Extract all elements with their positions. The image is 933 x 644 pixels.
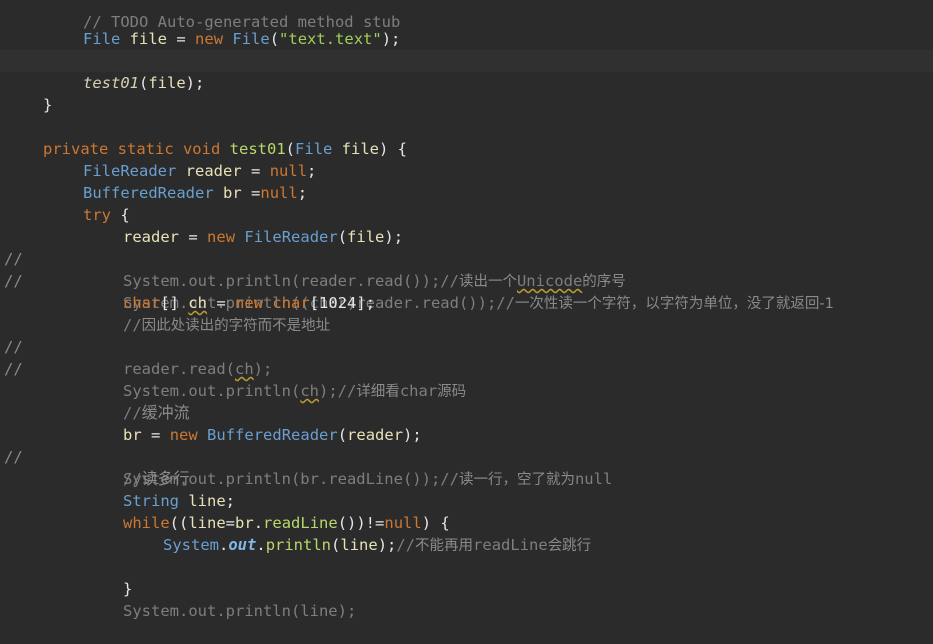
code-line[interactable] — [0, 94, 933, 116]
code-line[interactable] — [0, 358, 933, 380]
code-line[interactable]: File file = new File("text.text"); — [0, 6, 933, 48]
code-line[interactable]: BufferedReader br =null; — [0, 160, 933, 202]
code-text: System.out.println(line); — [123, 602, 357, 620]
code-line[interactable]: reader = new FileReader(file); — [0, 204, 933, 246]
code-line[interactable]: } — [0, 72, 933, 114]
code-line[interactable]: // System.out.println(br.readLine());//读… — [0, 424, 933, 488]
code-line[interactable]: //读多行 — [0, 446, 933, 488]
code-line[interactable]: // reader.read(ch); — [0, 314, 933, 378]
code-line[interactable]: //缓冲流 — [0, 380, 933, 422]
code-line[interactable]: br = new BufferedReader(reader); — [0, 402, 933, 444]
code-line[interactable]: //因此处读出的字符而不是地址 — [0, 292, 933, 334]
code-line[interactable]: } — [0, 556, 933, 598]
code-line[interactable] — [0, 534, 933, 556]
code-line[interactable]: // System.out.println(ch);//详细看char源码 — [0, 336, 933, 400]
code-line[interactable] — [0, 28, 933, 50]
code-editor[interactable]: // TODO Auto-generated method stub File … — [0, 0, 933, 620]
code-line[interactable]: private static void test01(File file) { — [0, 116, 933, 158]
code-line[interactable]: // System.out.println(reader.read());//读… — [0, 226, 933, 290]
code-line[interactable]: while((line=br.readLine())!=null) { — [0, 490, 933, 532]
code-line[interactable]: System.out.println(line);//不能再用readLine会… — [0, 512, 933, 554]
code-line[interactable]: String line; — [0, 468, 933, 510]
code-line[interactable]: try { — [0, 182, 933, 224]
code-line[interactable]: FileReader reader = null; — [0, 138, 933, 180]
code-line[interactable]: char[] ch = new char[1024]; — [0, 270, 933, 312]
current-code-line[interactable]: test01(file); — [0, 50, 933, 92]
code-line[interactable]: System.out.println(line); — [0, 578, 933, 620]
code-line[interactable]: // System.out.println((char)reader.read(… — [0, 248, 933, 312]
